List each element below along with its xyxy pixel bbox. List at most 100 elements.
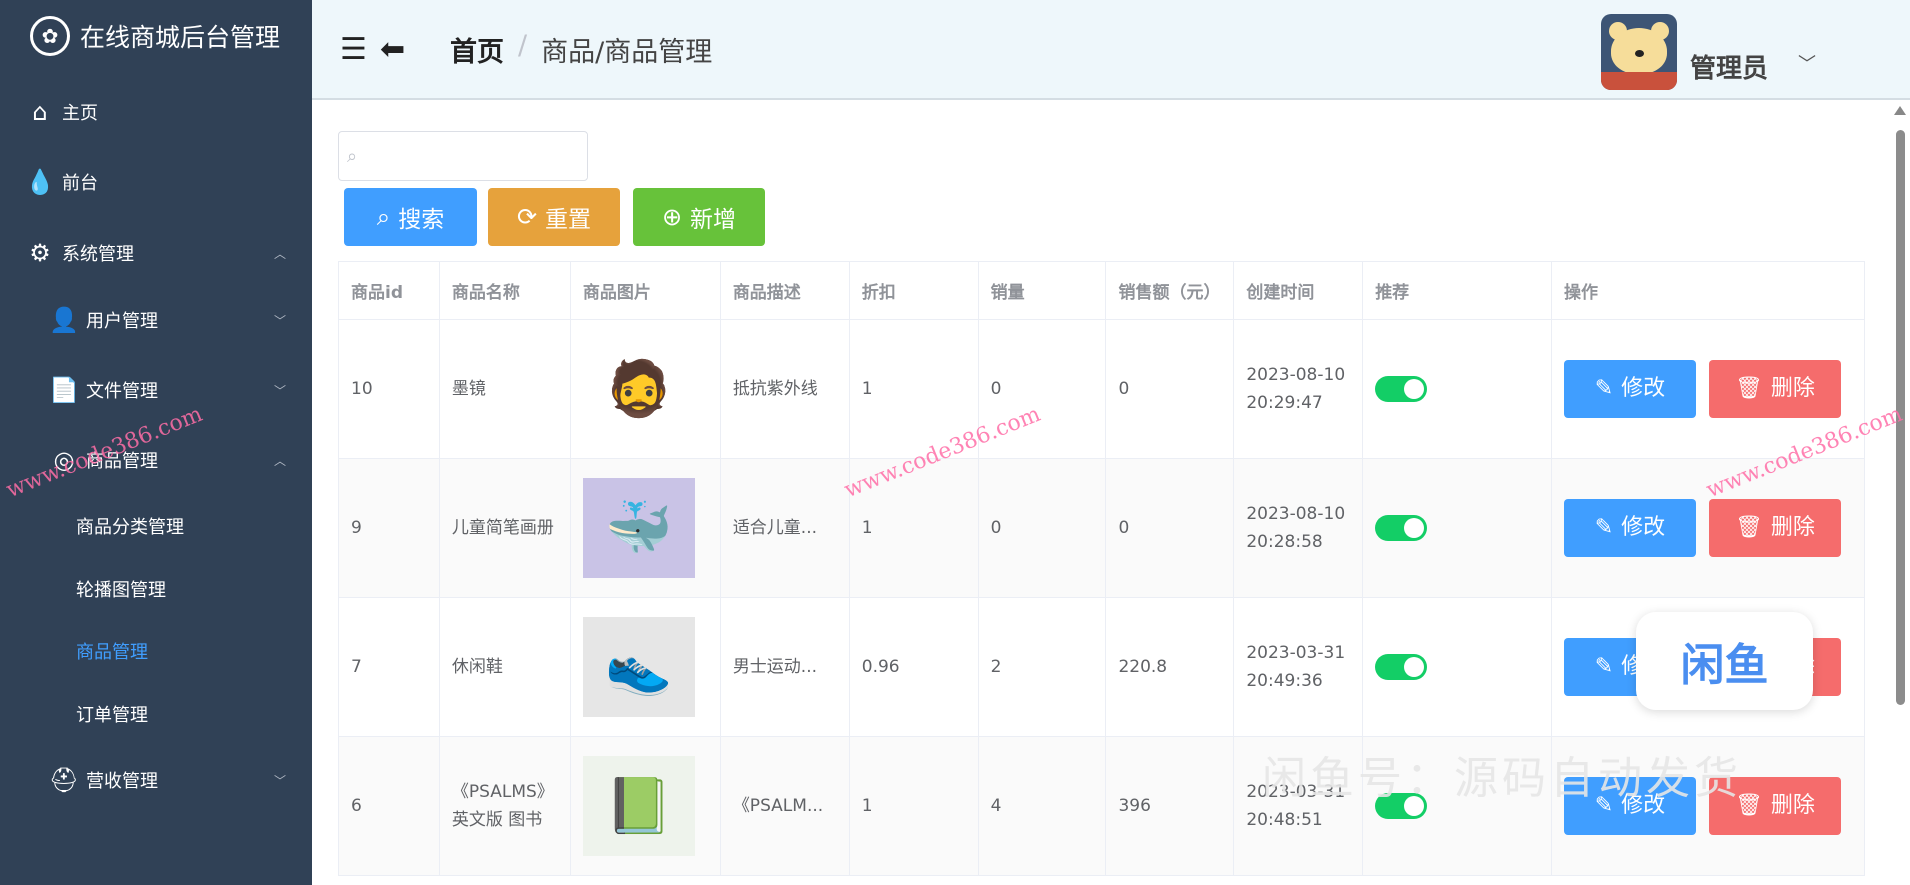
cell-image: 🧔 (569, 319, 721, 459)
app-logo: ✿ 在线商城后台管理 (30, 16, 280, 56)
sidebar-item-orders[interactable]: 订单管理 (0, 686, 312, 742)
trash-icon: 🗑 (1734, 376, 1763, 401)
delete-button[interactable]: 🗑 删除 (1708, 360, 1841, 418)
product-icon: ◎ (53, 446, 75, 474)
cell-actions: ✎ 修改 🗑 删除 (1550, 458, 1866, 598)
col-header[interactable]: 创建时间 (1233, 261, 1364, 320)
cell-id: 7 (338, 597, 440, 737)
recommend-toggle[interactable] (1375, 515, 1428, 541)
search-input[interactable] (357, 134, 587, 178)
sidebar-item-category[interactable]: 商品分类管理 (0, 498, 312, 554)
search-field[interactable]: ⌕ (338, 131, 588, 181)
hamburger-icon[interactable]: ☰ (340, 32, 367, 67)
cell-image: 📗 (569, 736, 721, 876)
col-header[interactable]: 商品id (338, 261, 440, 320)
edit-button[interactable]: ✎ 修改 (1563, 360, 1696, 418)
table-row: 10 墨镜 🧔 抵抗紫外线 1 0 0 2023-08-10 20:29:47 ✎ 修改 🗑 删除 (338, 319, 1866, 459)
breadcrumb-home[interactable]: 首页 (450, 30, 504, 69)
cell-name: 休闲鞋 (438, 597, 571, 737)
col-header[interactable]: 折扣 (848, 261, 979, 320)
cell-recommend (1362, 736, 1552, 876)
recommend-toggle[interactable] (1375, 793, 1428, 819)
sidebar-item-products[interactable]: 商品管理 (0, 623, 312, 679)
cell-sales: 0 (977, 458, 1107, 598)
edit-button[interactable]: ✎ 修改 (1563, 499, 1696, 557)
sidebar-item-label: 商品管理 (76, 642, 148, 663)
cell-sales: 0 (977, 319, 1107, 459)
cell-name: 墨镜 (438, 319, 571, 459)
logo-icon: ✿ (30, 16, 70, 56)
chevron-down-icon[interactable]: ﹀ (1798, 50, 1816, 76)
gear-icon: ⚙ (29, 239, 51, 267)
scrollbar[interactable] (1896, 130, 1905, 705)
cell-desc: 男士运动... (719, 597, 850, 737)
cell-revenue: 220.8 (1105, 597, 1235, 737)
sidebar-item-products-group[interactable]: ◎ 商品管理 ︿ (0, 432, 312, 488)
cell-id: 9 (338, 458, 440, 598)
cell-discount: 0.96 (848, 597, 979, 737)
col-header[interactable]: 操作 (1550, 261, 1866, 320)
product-image[interactable]: 👟 (582, 617, 695, 717)
edit-icon: ✎ (1594, 793, 1614, 818)
delete-label: 删除 (1770, 515, 1815, 540)
edit-icon: ✎ (1594, 654, 1614, 679)
edit-icon: ✎ (1594, 376, 1614, 401)
edit-button[interactable]: ✎ 修改 (1563, 777, 1696, 835)
product-image[interactable]: 📗 (582, 756, 695, 856)
header: ☰ ⬅ 首页 / 商品/商品管理 管理员 ﹀ (312, 0, 1910, 100)
reset-button[interactable]: ⟳ 重置 (488, 188, 620, 246)
cell-revenue: 0 (1105, 458, 1235, 598)
cell-created: 2023-03-31 20:49:36 (1233, 597, 1364, 737)
back-arrow-icon[interactable]: ⬅ (380, 32, 405, 67)
sidebar-item-label: 商品分类管理 (76, 517, 184, 538)
delete-label: 删除 (1770, 376, 1815, 401)
cell-id: 10 (338, 319, 440, 459)
col-header[interactable]: 销售额（元） (1105, 261, 1235, 320)
scroll-up-arrow[interactable] (1894, 106, 1906, 115)
avatar[interactable] (1601, 14, 1677, 90)
col-header[interactable]: 商品描述 (719, 261, 850, 320)
sidebar-item-frontend[interactable]: 💧 前台 (0, 154, 312, 210)
cell-desc: 《PSALM... (719, 736, 850, 876)
product-image[interactable]: 🐳 (582, 478, 695, 578)
delete-button[interactable]: 🗑 删除 (1708, 777, 1841, 835)
cell-image: 🐳 (569, 458, 721, 598)
recommend-toggle[interactable] (1375, 376, 1428, 402)
product-image[interactable]: 🧔 (582, 339, 695, 439)
sidebar-item-files[interactable]: 📄 文件管理 ﹀ (0, 362, 312, 418)
sidebar-item-home[interactable]: ⌂ 主页 (0, 84, 312, 140)
delete-button[interactable]: 🗑 删除 (1708, 499, 1841, 557)
sidebar-item-label: 文件管理 (86, 381, 158, 402)
add-button[interactable]: ⊕ 新增 (633, 188, 765, 246)
col-header[interactable]: 商品名称 (438, 261, 571, 320)
cell-desc: 适合儿童... (719, 458, 850, 598)
col-header[interactable]: 销量 (977, 261, 1107, 320)
sidebar: ✿ 在线商城后台管理 ⌂ 主页 💧 前台 ⚙ 系统管理 ︿ 👤 用户管理 ﹀ 📄 文件管理 ﹀ … (0, 0, 312, 885)
cell-recommend (1362, 319, 1552, 459)
xianyu-badge: 闲鱼 (1636, 612, 1813, 710)
sidebar-item-label: 系统管理 (62, 244, 134, 265)
username[interactable]: 管理员 (1690, 48, 1768, 85)
cell-discount: 1 (848, 319, 979, 459)
cell-id: 6 (338, 736, 440, 876)
add-button-label: 新增 (690, 207, 737, 233)
sidebar-item-users[interactable]: 👤 用户管理 ﹀ (0, 292, 312, 348)
sidebar-item-carousel[interactable]: 轮播图管理 (0, 561, 312, 617)
sidebar-item-revenue[interactable]: ⛑ 营收管理 ﹀ (0, 752, 312, 808)
plus-circle-icon: ⊕ (661, 203, 683, 231)
recommend-toggle[interactable] (1375, 654, 1428, 680)
col-header[interactable]: 商品图片 (569, 261, 721, 320)
sidebar-item-label: 订单管理 (76, 705, 148, 726)
sidebar-item-label: 前台 (62, 173, 98, 194)
table-row: 6 《PSALMS》英文版 图书 📗 《PSALM... 1 4 396 2023-03-31… (338, 736, 1866, 876)
sidebar-item-system[interactable]: ⚙ 系统管理 ︿ (0, 225, 312, 281)
user-icon: 👤 (49, 306, 79, 334)
search-button-label: 搜索 (398, 207, 445, 233)
col-header[interactable]: 推荐 (1362, 261, 1552, 320)
chevron-up-icon: ︿ (273, 246, 286, 261)
cell-name: 《PSALMS》英文版 图书 (438, 736, 571, 876)
cell-discount: 1 (848, 736, 979, 876)
trash-icon: 🗑 (1734, 515, 1763, 540)
sidebar-item-label: 商品管理 (86, 451, 158, 472)
search-button[interactable]: ⌕ 搜索 (344, 188, 477, 246)
